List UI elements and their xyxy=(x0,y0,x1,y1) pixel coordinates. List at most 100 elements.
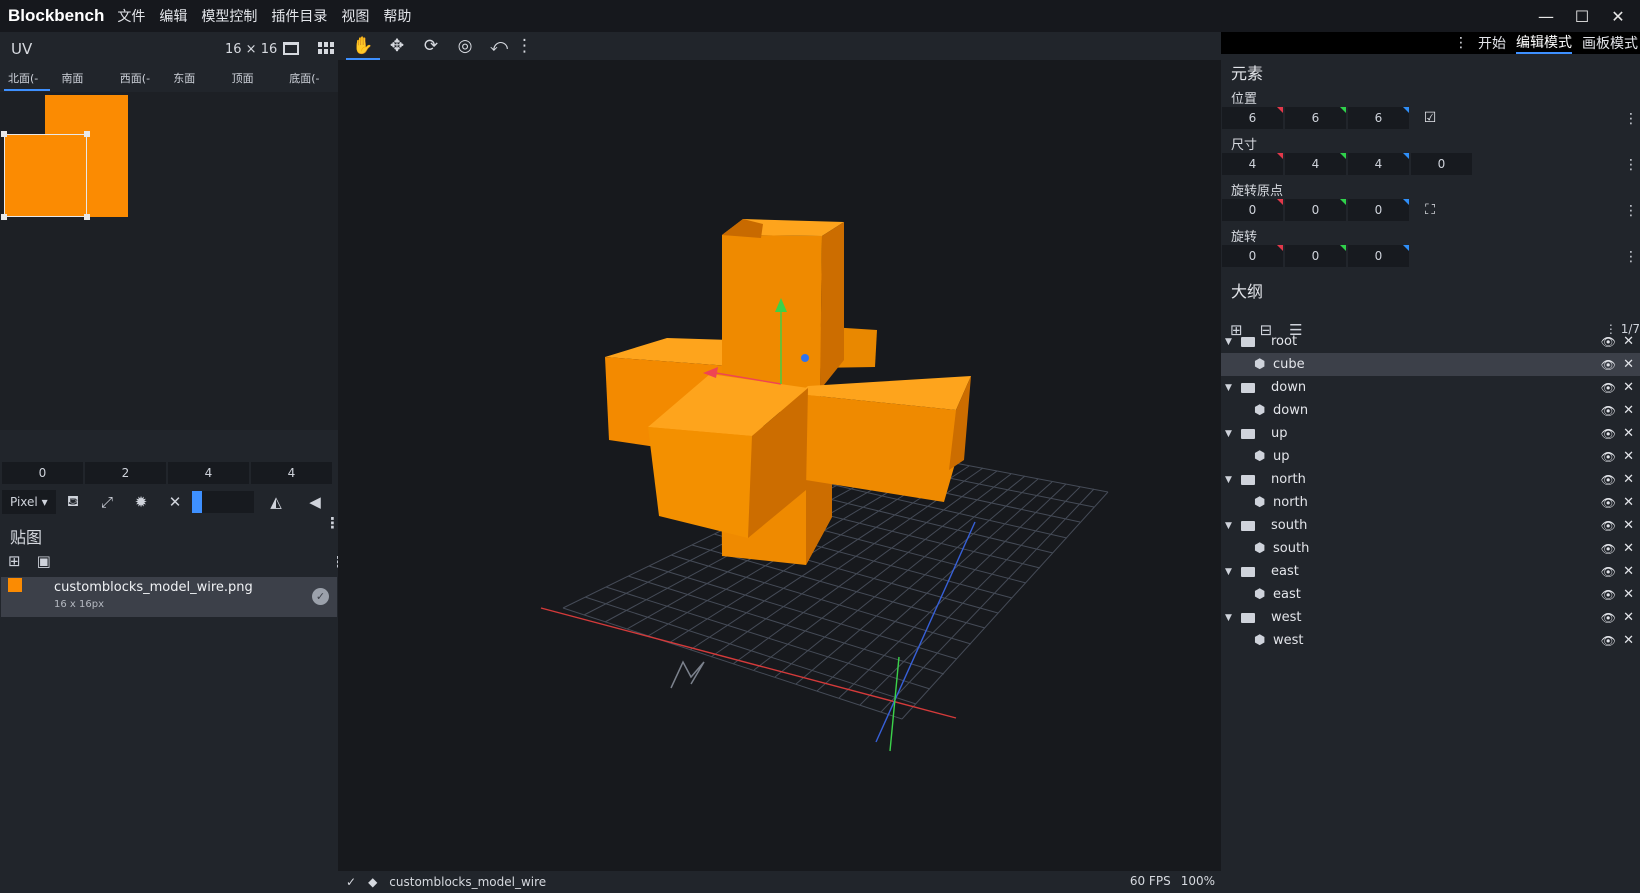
uv-resize-handle[interactable] xyxy=(1,214,7,220)
checkbox-icon[interactable]: ☑ xyxy=(1419,107,1441,129)
maximize-button[interactable]: ☐ xyxy=(1564,7,1600,26)
caret-down-icon[interactable]: ▼ xyxy=(1225,613,1232,623)
translate-tool-icon[interactable]: ✥ xyxy=(380,32,414,60)
tab-east[interactable]: 东面(+y) xyxy=(169,67,220,109)
uv-y-field[interactable]: 2 xyxy=(85,462,166,484)
close-icon[interactable]: ✕ xyxy=(1623,610,1634,625)
slider-knob[interactable] xyxy=(192,491,202,513)
close-icon[interactable]: ✕ xyxy=(1623,380,1634,395)
eye-icon[interactable]: 👁 xyxy=(1601,496,1616,510)
close-icon[interactable]: ✕ xyxy=(1623,495,1634,510)
uv-editor-canvas[interactable] xyxy=(0,92,338,430)
close-icon[interactable]: ✕ xyxy=(1623,564,1634,579)
tab-edit-mode[interactable]: 编辑模式 xyxy=(1516,32,1572,54)
close-icon[interactable]: ✕ xyxy=(1623,633,1634,648)
close-icon[interactable]: ✕ xyxy=(1623,334,1634,349)
fullscreen-uv-icon[interactable] xyxy=(283,41,299,55)
tab-south[interactable]: 南面(+x) xyxy=(57,67,108,109)
pivot-x-input[interactable]: 0 xyxy=(1222,199,1283,221)
tree-cube-row[interactable]: ⬢ west 👁 ✕ xyxy=(1221,629,1640,652)
toolbar-more-icon[interactable]: ⋮ xyxy=(516,32,533,60)
menu-help[interactable]: 帮助 xyxy=(376,6,418,26)
close-button[interactable]: ✕ xyxy=(1600,7,1636,26)
caret-down-icon[interactable]: ▼ xyxy=(1225,475,1232,485)
gizmo-z-handle[interactable] xyxy=(801,354,809,362)
tree-cube-row[interactable]: ⬢ south 👁 ✕ xyxy=(1221,537,1640,560)
eye-icon[interactable]: 👁 xyxy=(1601,611,1616,625)
menu-file[interactable]: 文件 xyxy=(110,6,152,26)
position-y-input[interactable]: 6 xyxy=(1285,107,1346,129)
scene-render[interactable] xyxy=(338,60,1221,871)
eye-icon[interactable]: 👁 xyxy=(1601,565,1616,579)
mirror-x-icon[interactable]: ◭ xyxy=(254,493,298,511)
tab-west[interactable]: 西面(-y) xyxy=(116,67,162,109)
tree-cube-row[interactable]: ⬢ down 👁 ✕ xyxy=(1221,399,1640,422)
add-texture-icon[interactable]: ⊞ xyxy=(8,552,21,570)
close-icon[interactable]: ✕ xyxy=(1623,357,1634,372)
close-icon[interactable]: ✕ xyxy=(1623,518,1634,533)
uv-resize-handle[interactable] xyxy=(84,131,90,137)
menu-edit[interactable]: 编辑 xyxy=(152,6,194,26)
tree-group-row[interactable]: ▼ down 👁 ✕ xyxy=(1221,376,1640,399)
uv-resize-handle[interactable] xyxy=(1,131,7,137)
position-more-icon[interactable]: ⋮ xyxy=(1624,111,1638,127)
size-y-input[interactable]: 4 xyxy=(1285,153,1346,175)
move-view-tool-icon[interactable]: ✋ xyxy=(346,32,380,60)
maximize-uv-icon[interactable]: ⤢ xyxy=(90,493,124,511)
snap-mode-select[interactable]: Pixel ▾ xyxy=(2,490,56,514)
create-texture-icon[interactable]: ▣ xyxy=(37,552,51,570)
tree-group-row[interactable]: ▼ root 👁 ✕ xyxy=(1221,330,1640,353)
tree-group-row[interactable]: ▼ south 👁 ✕ xyxy=(1221,514,1640,537)
close-icon[interactable]: ✕ xyxy=(1623,403,1634,418)
pivot-tool-icon[interactable]: ◎ xyxy=(448,32,482,60)
eye-icon[interactable]: 👁 xyxy=(1601,358,1616,372)
uv-selection[interactable] xyxy=(1,131,90,220)
eye-icon[interactable]: 👁 xyxy=(1601,335,1616,349)
eye-icon[interactable]: 👁 xyxy=(1601,450,1616,464)
position-x-input[interactable]: 6 xyxy=(1222,107,1283,129)
auto-uv-icon[interactable]: ✹ xyxy=(124,493,158,511)
size-z-input[interactable]: 4 xyxy=(1348,153,1409,175)
pivot-z-input[interactable]: 0 xyxy=(1348,199,1409,221)
eye-icon[interactable]: 👁 xyxy=(1601,381,1616,395)
uv-resize-handle[interactable] xyxy=(84,214,90,220)
model-mesh[interactable] xyxy=(605,219,971,565)
eye-icon[interactable]: 👁 xyxy=(1601,634,1616,648)
size-more-icon[interactable]: ⋮ xyxy=(1624,157,1638,173)
grid-view-icon[interactable] xyxy=(318,41,334,55)
tab-paint-mode[interactable]: 画板模式 xyxy=(1582,33,1638,53)
size-x-input[interactable]: 4 xyxy=(1222,153,1283,175)
eye-icon[interactable]: 👁 xyxy=(1601,404,1616,418)
uv-x-field[interactable]: 0 xyxy=(2,462,83,484)
mirror-y-icon[interactable]: ◀ xyxy=(298,493,332,511)
caret-down-icon[interactable]: ▼ xyxy=(1225,383,1232,393)
caret-down-icon[interactable]: ▼ xyxy=(1225,337,1232,347)
tab-start[interactable]: 开始 xyxy=(1478,33,1506,53)
inflate-input[interactable]: 0 xyxy=(1411,153,1472,175)
close-icon[interactable]: ✕ xyxy=(1623,426,1634,441)
close-icon[interactable]: ✕ xyxy=(1623,587,1634,602)
tree-group-row[interactable]: ▼ east 👁 ✕ xyxy=(1221,560,1640,583)
tab-north[interactable]: 北面(-x) xyxy=(4,67,51,109)
tree-group-row[interactable]: ▼ up 👁 ✕ xyxy=(1221,422,1640,445)
paint-bucket-icon[interactable]: ⛾ xyxy=(56,492,90,512)
tab-up[interactable]: 顶面(+z) xyxy=(228,67,279,109)
tree-group-row[interactable]: ▼ west 👁 ✕ xyxy=(1221,606,1640,629)
tree-cube-row[interactable]: ⬢ east 👁 ✕ xyxy=(1221,583,1640,606)
menu-transform[interactable]: 模型控制 xyxy=(194,6,264,26)
tree-cube-row[interactable]: ⬢ north 👁 ✕ xyxy=(1221,491,1640,514)
rotation-z-input[interactable]: 0 xyxy=(1348,245,1409,267)
vertex-snap-tool-icon[interactable]: ⤺ xyxy=(482,32,516,60)
tree-cube-row[interactable]: ⬢ cube 👁 ✕ xyxy=(1221,353,1640,376)
mode-more-icon[interactable]: ⋮ xyxy=(1454,35,1468,51)
eye-icon[interactable]: 👁 xyxy=(1601,519,1616,533)
uv-height-field[interactable]: 4 xyxy=(251,462,332,484)
texture-list-item[interactable]: customblocks_model_wire.png 16 x 16px ✓ xyxy=(1,577,337,617)
center-pivot-icon[interactable]: ⛶ xyxy=(1419,199,1441,221)
minimize-button[interactable]: — xyxy=(1528,7,1564,26)
menu-view[interactable]: 视图 xyxy=(334,6,376,26)
clear-uv-icon[interactable]: ✕ xyxy=(158,493,192,511)
3d-viewport[interactable]: ✋ ✥ ⟳ ◎ ⤺ ⋮ ✓ ◆ customblocks_model_wire … xyxy=(338,32,1221,893)
position-z-input[interactable]: 6 xyxy=(1348,107,1409,129)
menu-plugins[interactable]: 插件目录 xyxy=(264,6,334,26)
